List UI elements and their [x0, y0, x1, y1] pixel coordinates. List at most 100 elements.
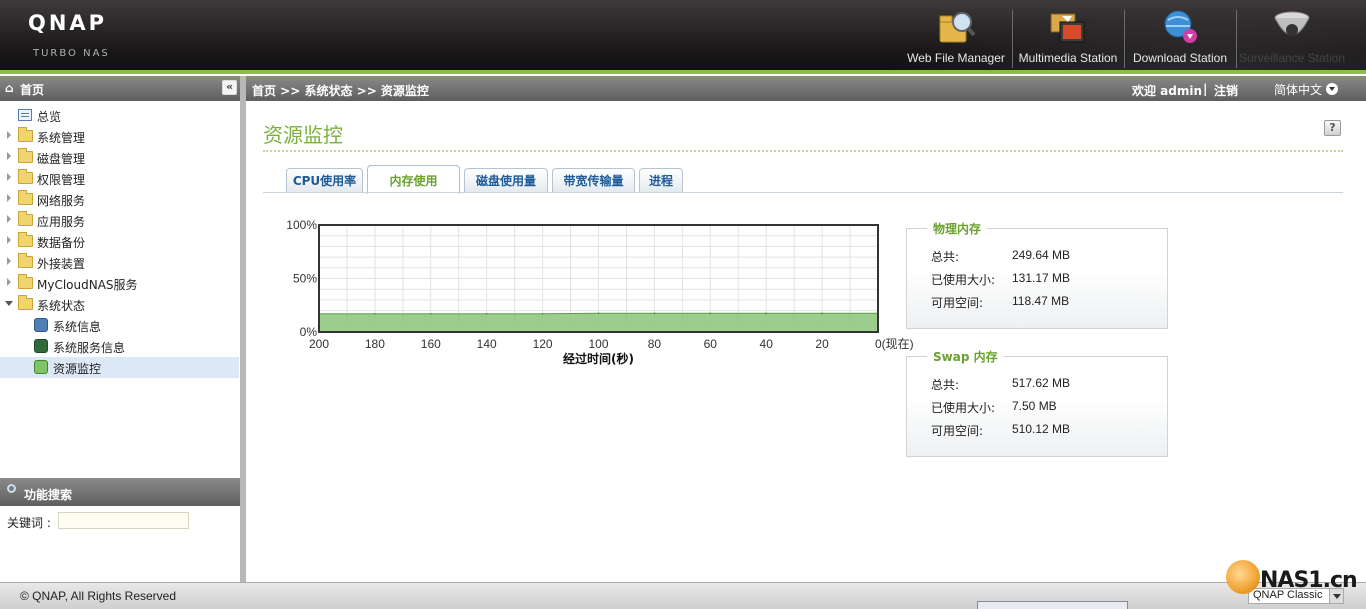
expand-arrow-icon[interactable] [7, 152, 11, 160]
app-label: Surveillance Station [1238, 51, 1346, 65]
chevron-down-icon[interactable] [1326, 83, 1338, 95]
help-button[interactable]: ? [1324, 120, 1341, 136]
memory-usage-point [765, 312, 767, 315]
x-tick-label: 120 [533, 337, 553, 351]
watermark-text: NAS1.cn [1260, 568, 1358, 593]
x-tick-label: 200 [309, 337, 329, 351]
watermark-logo-icon [1226, 560, 1260, 594]
tab-processes[interactable]: 进程 [639, 168, 683, 193]
search-icon [7, 484, 16, 493]
function-search-panel: 关键词 : [0, 506, 241, 581]
home-icon: ⌂ [5, 81, 14, 95]
tab-disk-usage[interactable]: 磁盘使用量 [464, 168, 548, 193]
folder-icon [18, 211, 33, 226]
sidebar-item-permissions[interactable]: 权限管理 [0, 168, 239, 189]
top-nav-bar: 首页 >> 系统状态 >> 资源监控 欢迎 admin | 注销 简体中文 [246, 76, 1366, 101]
folder-icon [18, 148, 33, 163]
app-surveillance-station[interactable]: Surveillance Station [1238, 0, 1346, 70]
physical-memory-panel: 物理内存 总共: 249.64 MB 已使用大小: 131.17 MB 可用空间… [906, 220, 1168, 329]
header-accent-bar [0, 70, 1366, 74]
search-title: 功能搜索 [24, 488, 73, 502]
swap-total-value: 517.62 MB [1012, 376, 1071, 390]
memory-usage-point [541, 313, 544, 315]
sidebar-item-label: 磁盘管理 [37, 152, 86, 166]
sidebar-item-service-info[interactable]: 系统服务信息 [0, 336, 239, 357]
expand-arrow-icon[interactable] [7, 236, 11, 244]
logout-link[interactable]: 注销 [1214, 82, 1238, 99]
collapse-sidebar-button[interactable]: « [222, 80, 237, 95]
app-download-station[interactable]: Download Station [1126, 0, 1234, 70]
main-content: 资源监控 ? CPU使用率 内存使用 磁盘使用量 带宽传输量 进程 100% 50… [246, 101, 1366, 582]
collapse-arrow-icon[interactable] [5, 301, 13, 306]
x-tick-label: 0(现在) [875, 337, 914, 351]
swap-memory-title: Swap 内存 [927, 348, 1004, 365]
sidebar-item-resource-monitor[interactable]: 资源监控 [0, 357, 239, 378]
sidebar-item-overview[interactable]: 总览 [0, 105, 239, 126]
sidebar-title: 首页 [20, 83, 45, 97]
sidebar-item-mycloudnas[interactable]: MyCloudNAS服务 [0, 273, 239, 294]
app-label: Web File Manager [907, 51, 1005, 65]
expand-arrow-icon[interactable] [7, 131, 11, 139]
memory-usage-point [709, 312, 712, 315]
expand-arrow-icon[interactable] [7, 278, 11, 286]
sidebar-item-application-services[interactable]: 应用服务 [0, 210, 239, 231]
tab-cpu-usage[interactable]: CPU使用率 [286, 168, 363, 193]
x-tick-label: 100 [588, 337, 608, 351]
title-divider [263, 150, 1343, 152]
tab-memory-usage[interactable]: 内存使用 [367, 165, 460, 194]
qnap-logo: QNAP [28, 11, 108, 35]
watermark: NAS1.cn [1226, 556, 1362, 602]
app-web-file-manager[interactable]: Web File Manager [902, 0, 1010, 70]
sidebar-item-system-admin[interactable]: 系统管理 [0, 126, 239, 147]
x-tick-label: 140 [477, 337, 497, 351]
language-select[interactable]: 简体中文 [1274, 81, 1322, 98]
input-method-toolbar[interactable] [977, 601, 1128, 609]
turbo-nas-logo: Turbo NAS [33, 48, 110, 59]
memory-usage-point [485, 313, 488, 315]
expand-arrow-icon[interactable] [7, 194, 11, 202]
keyword-search-input[interactable] [58, 512, 189, 529]
app-label: Multimedia Station [1018, 51, 1118, 65]
breadcrumb: 首页 >> 系统状态 >> 资源监控 [252, 84, 429, 98]
x-tick-label: 20 [815, 337, 829, 351]
physical-used-value: 131.17 MB [1012, 271, 1071, 285]
expand-arrow-icon[interactable] [7, 257, 11, 265]
sidebar-item-external-devices[interactable]: 外接装置 [0, 252, 239, 273]
x-axis-label: 经过时间(秒) [563, 351, 634, 366]
swap-free-label: 可用空间: [931, 424, 984, 438]
page-title: 资源监控 [263, 123, 343, 147]
physical-used-label: 已使用大小: [931, 273, 996, 287]
top-header: QNAP Turbo NAS Web File Manager Multimed… [0, 0, 1366, 74]
expand-arrow-icon[interactable] [7, 173, 11, 181]
memory-usage-point [597, 312, 600, 315]
swap-used-label: 已使用大小: [931, 401, 996, 415]
expand-arrow-icon[interactable] [7, 215, 11, 223]
x-tick-label: 180 [365, 337, 385, 351]
app-divider [1236, 10, 1237, 68]
sidebar-item-system-info[interactable]: 系统信息 [0, 315, 239, 336]
tab-bandwidth[interactable]: 带宽传输量 [552, 168, 635, 193]
sidebar-item-disk-management[interactable]: 磁盘管理 [0, 147, 239, 168]
swap-total-label: 总共: [931, 378, 960, 392]
sidebar-item-system-status[interactable]: 系统状态 [0, 294, 239, 315]
physical-memory-title: 物理内存 [927, 220, 988, 237]
folder-icon [18, 253, 33, 268]
function-search-header: 功能搜索 [0, 478, 241, 506]
app-divider [1012, 10, 1013, 68]
swap-used-value: 7.50 MB [1012, 399, 1057, 413]
sidebar-item-backup[interactable]: 数据备份 [0, 231, 239, 252]
sidebar-item-network-services[interactable]: 网络服务 [0, 189, 239, 210]
memory-usage-chart: 100% 50% 0% 200 180 160 140 120 100 80 60 40 20 0(现在)… [276, 213, 916, 373]
app-multimedia-station[interactable]: Multimedia Station [1014, 0, 1122, 70]
sidebar-item-label: 外接装置 [37, 257, 86, 271]
welcome-text: 欢迎 admin [1132, 84, 1203, 98]
sidebar-item-label: 总览 [37, 110, 62, 124]
x-tick-label: 60 [704, 337, 718, 351]
sidebar-item-label: 权限管理 [37, 173, 86, 187]
resource-monitor-icon [34, 360, 48, 374]
folder-icon [18, 169, 33, 184]
folder-icon [18, 190, 33, 205]
sidebar-item-label: MyCloudNAS服务 [37, 278, 138, 292]
keyword-label: 关键词 : [7, 516, 51, 530]
sidebar-item-label: 应用服务 [37, 215, 86, 229]
